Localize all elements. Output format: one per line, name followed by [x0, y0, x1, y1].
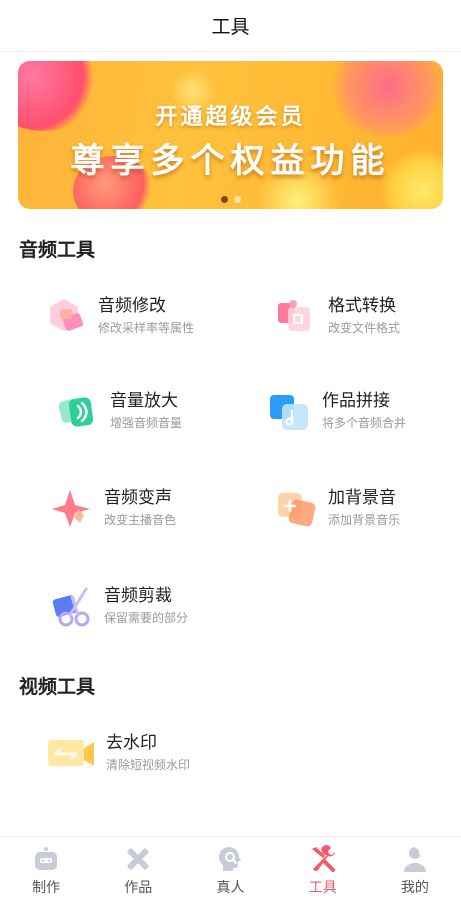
tool-name: 格式转换	[328, 296, 396, 316]
add-bgm-icon	[276, 487, 318, 529]
tool-remove-watermark[interactable]: 去水印 清除短视频水印	[48, 725, 190, 781]
video-camera-icon	[48, 732, 96, 774]
tool-name: 音频变声	[104, 488, 172, 508]
tool-voice-change[interactable]: 音频变声 改变主播音色	[52, 480, 176, 536]
vip-banner[interactable]: 开通超级会员 尊享多个权益功能	[18, 61, 443, 209]
tool-desc: 保留需要的部分	[104, 611, 189, 625]
carousel-dot[interactable]	[233, 196, 241, 203]
tool-desc: 增强音频音量	[110, 416, 183, 430]
tool-merge[interactable]: 作品拼接 将多个音频合并	[270, 383, 406, 439]
tab-human[interactable]: 真人	[184, 837, 276, 900]
tab-label: 作品	[124, 880, 153, 896]
carousel-dot[interactable]	[220, 196, 228, 203]
tool-name: 音量放大	[110, 391, 178, 411]
video-section-title: 视频工具	[19, 676, 96, 698]
head-search-icon	[217, 845, 245, 873]
wrench-screwdriver-icon	[309, 845, 337, 873]
tool-volume-up[interactable]: 音量放大 增强音频音量	[58, 383, 182, 439]
volume-up-icon	[58, 390, 100, 432]
tool-add-bgm[interactable]: 加背景音 添加背景音乐	[276, 480, 400, 536]
banner-subheadline: 尊享多个权益功能	[70, 141, 391, 181]
tab-label: 真人	[216, 880, 245, 896]
tool-format-convert[interactable]: 格式转换 改变文件格式	[276, 288, 400, 344]
tool-name: 音频剪裁	[104, 586, 172, 606]
tool-desc: 改变主播音色	[104, 513, 177, 527]
tab-label: 我的	[400, 880, 429, 896]
tab-works[interactable]: 作品	[92, 837, 184, 900]
tool-name: 作品拼接	[322, 391, 390, 411]
tool-desc: 改变文件格式	[328, 321, 401, 335]
tab-label: 工具	[308, 880, 337, 896]
tool-name: 去水印	[106, 733, 157, 753]
banner-headline: 开通超级会员	[155, 105, 306, 130]
user-icon	[401, 845, 429, 873]
tool-desc: 清除短视频水印	[106, 758, 191, 772]
audio-section-title: 音频工具	[19, 239, 96, 261]
tab-label: 制作	[32, 880, 61, 896]
format-convert-icon	[276, 295, 318, 337]
top-bar: 工具	[0, 0, 461, 52]
bottom-tab-bar: 制作 作品 真人 工具 我的	[0, 836, 461, 900]
tool-audio-trim[interactable]: 音频剪裁 保留需要的部分	[52, 578, 188, 634]
audio-edit-icon	[46, 295, 88, 337]
robot-icon	[32, 845, 60, 873]
tool-name: 加背景音	[328, 488, 396, 508]
tool-desc: 将多个音频合并	[322, 416, 407, 430]
cross-tools-icon	[124, 845, 152, 873]
voice-change-icon	[52, 487, 94, 529]
tab-tools[interactable]: 工具	[277, 837, 369, 900]
carousel-indicator	[18, 196, 443, 203]
page-title: 工具	[211, 16, 250, 38]
tool-desc: 修改采样率等属性	[98, 321, 195, 335]
tool-name: 音频修改	[98, 296, 166, 316]
tool-desc: 添加背景音乐	[328, 513, 401, 527]
tab-make[interactable]: 制作	[0, 837, 92, 900]
merge-icon	[270, 390, 312, 432]
tool-audio-edit[interactable]: 音频修改 修改采样率等属性	[46, 288, 194, 344]
scissors-icon	[52, 585, 94, 627]
tab-mine[interactable]: 我的	[369, 837, 461, 900]
